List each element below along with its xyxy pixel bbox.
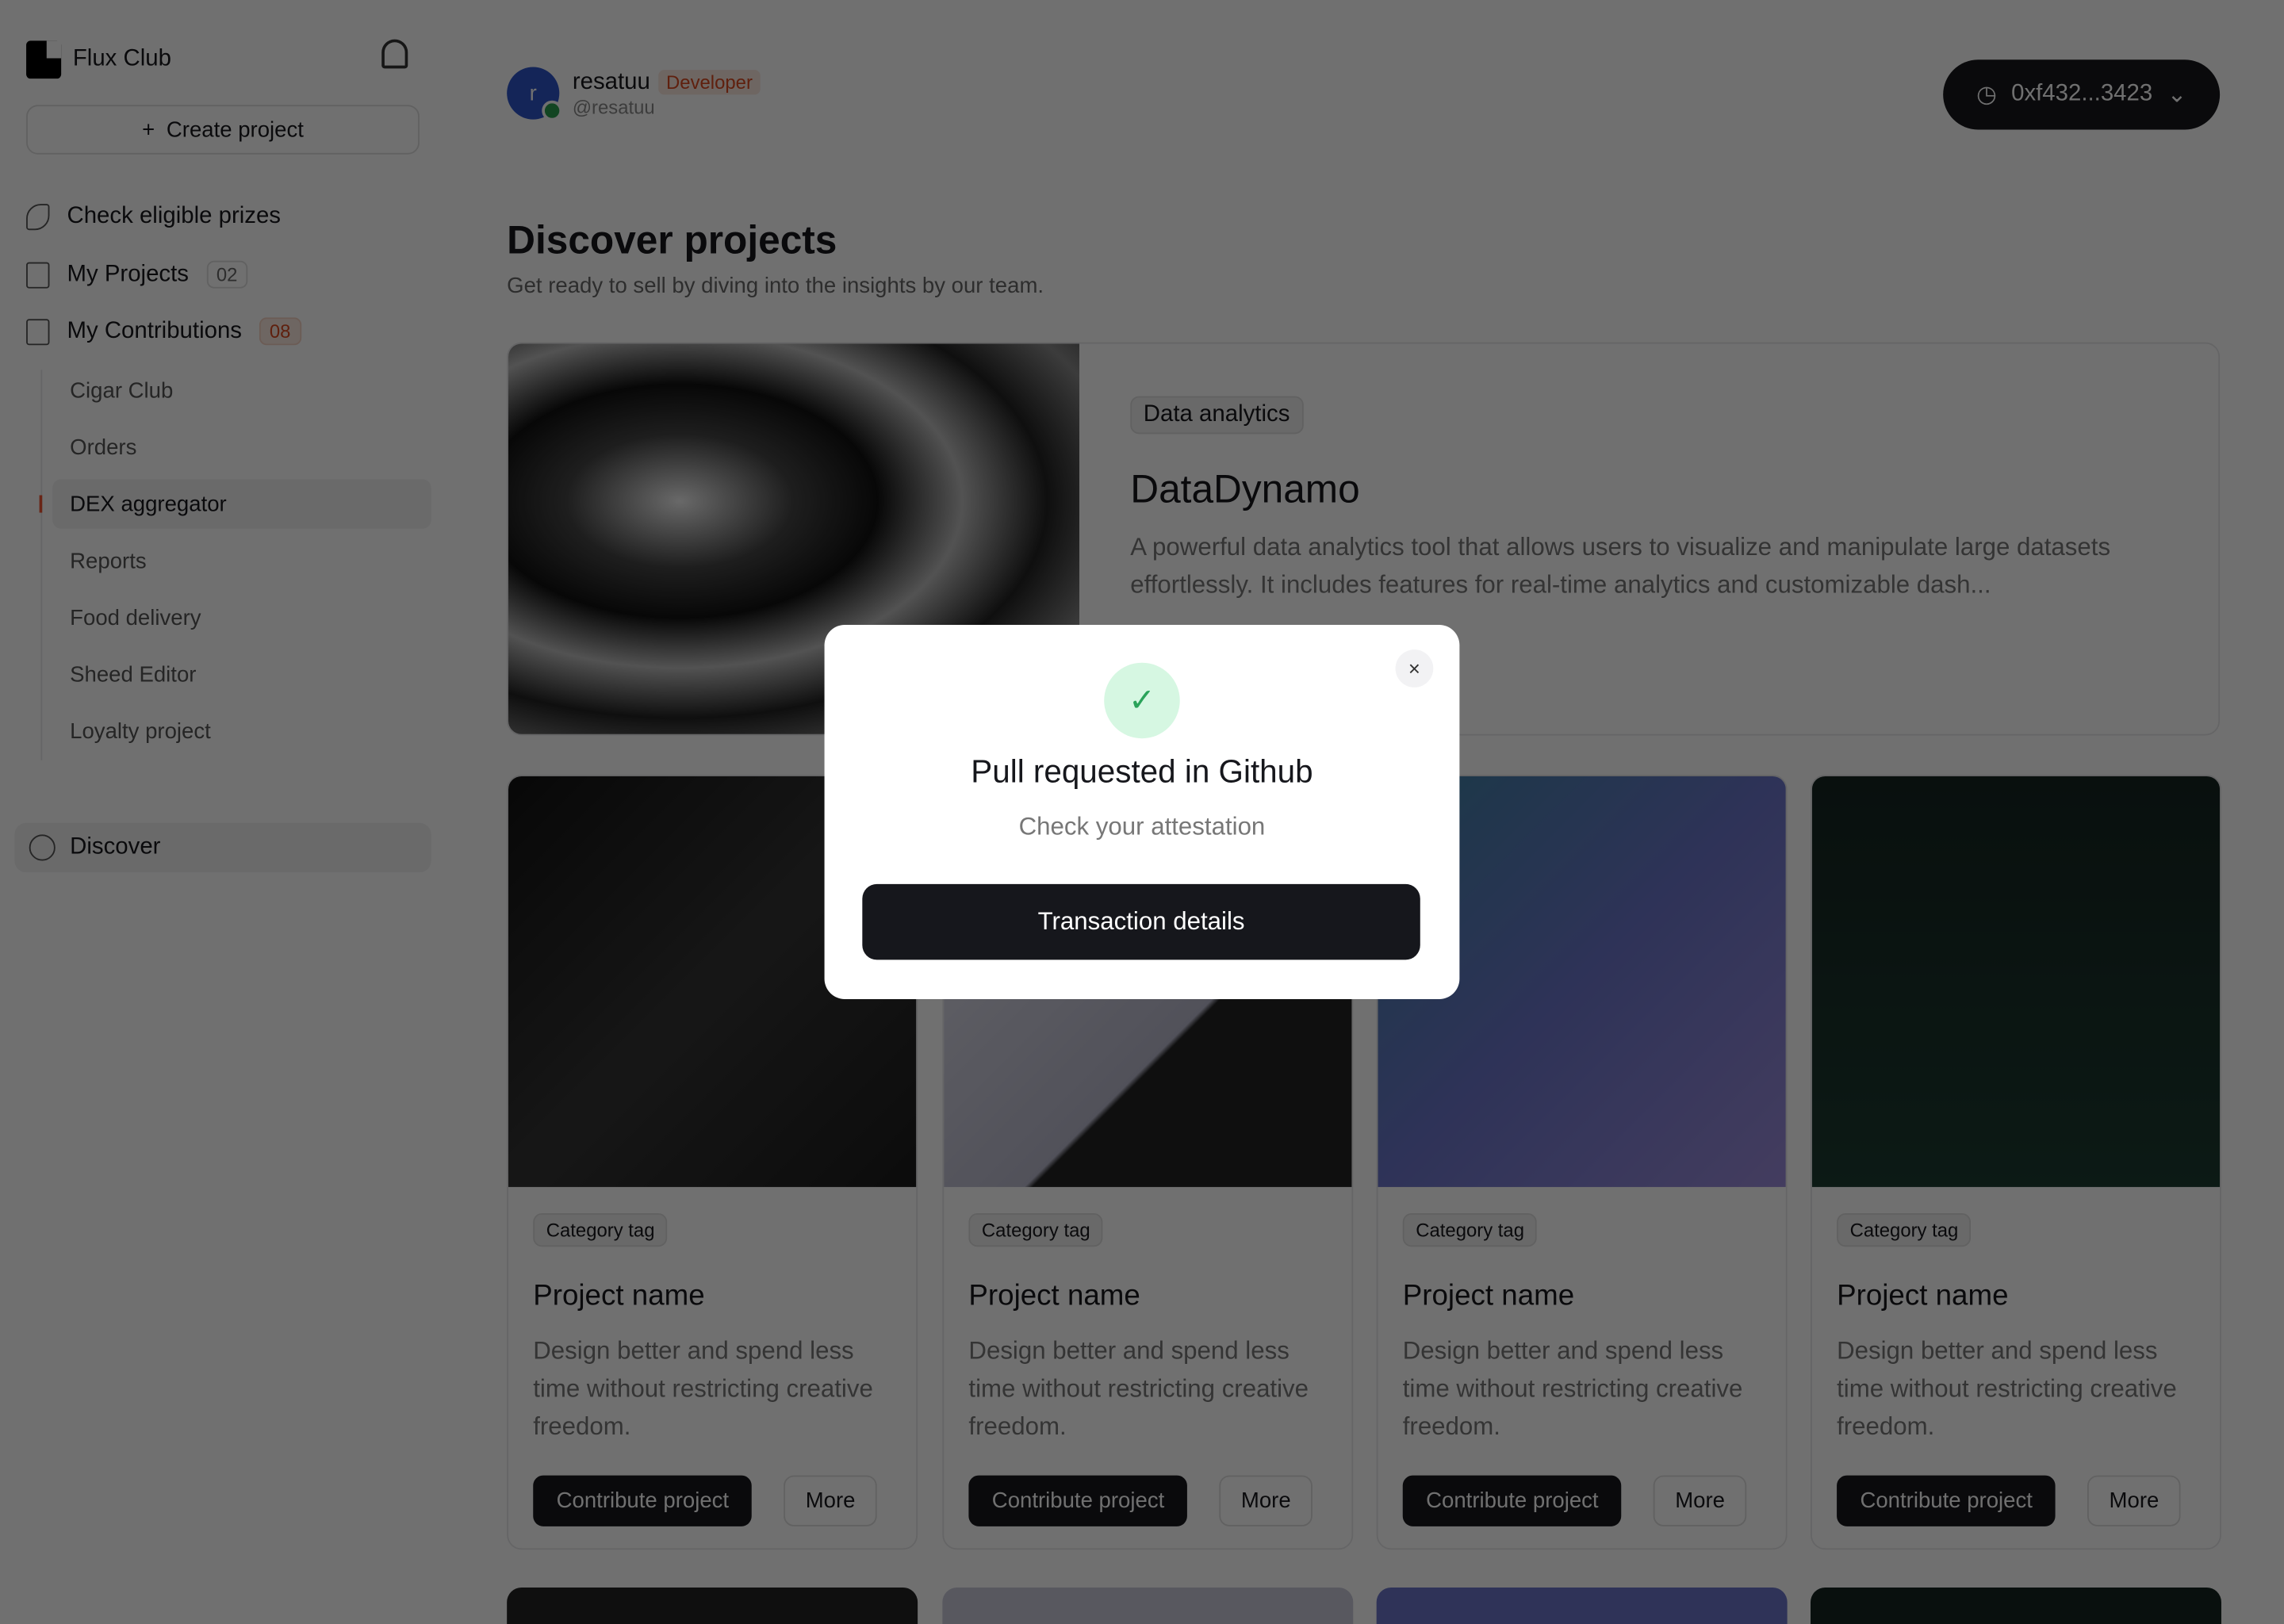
more-button[interactable]: More bbox=[1219, 1475, 1313, 1526]
card-peek bbox=[1376, 1588, 1788, 1624]
contribute-button[interactable]: Contribute project bbox=[1837, 1475, 2056, 1526]
clock-icon: ◷ bbox=[1976, 82, 1997, 108]
check-glyph: ✓ bbox=[1129, 681, 1155, 718]
nav-label: My Projects bbox=[67, 261, 189, 286]
more-button[interactable]: More bbox=[784, 1475, 878, 1526]
bell-icon[interactable] bbox=[381, 39, 408, 69]
contribution-item[interactable]: Cigar Club bbox=[52, 366, 431, 415]
contribution-item[interactable]: Food delivery bbox=[52, 593, 431, 642]
card-peek bbox=[1811, 1588, 2221, 1624]
project-title: Project name bbox=[1402, 1280, 1575, 1312]
nav-label: Discover bbox=[70, 834, 161, 860]
success-modal: × ✓ Pull requested in Github Check your … bbox=[824, 624, 1460, 999]
project-title: Project name bbox=[1837, 1280, 2009, 1312]
nav-my-projects[interactable]: My Projects 02 bbox=[26, 260, 248, 289]
close-icon: × bbox=[1408, 657, 1420, 680]
contribution-item[interactable]: Sheed Editor bbox=[52, 649, 431, 699]
user-handle: @resatuu bbox=[572, 95, 655, 117]
nav-label: Check eligible prizes bbox=[67, 204, 281, 229]
file-icon bbox=[26, 318, 50, 345]
count-badge: 02 bbox=[206, 260, 248, 289]
contribution-item-active[interactable]: DEX aggregator bbox=[52, 479, 431, 529]
category-tag: Category tag bbox=[968, 1212, 1104, 1247]
card-peek bbox=[942, 1588, 1354, 1624]
contribution-item[interactable]: Orders bbox=[52, 423, 431, 472]
document-icon bbox=[26, 261, 50, 288]
user-profile[interactable]: r resatuu Developer @resatuu bbox=[507, 67, 761, 121]
brand[interactable]: Flux Club bbox=[26, 40, 171, 79]
plus-icon: + bbox=[142, 117, 155, 143]
avatar-letter: r bbox=[529, 80, 537, 106]
project-description: Design better and spend less time withou… bbox=[533, 1337, 873, 1441]
username: resatuu bbox=[572, 69, 650, 94]
modal-subtitle: Check your attestation bbox=[1018, 812, 1266, 841]
nav-my-contributions[interactable]: My Contributions 08 bbox=[26, 317, 301, 346]
close-button[interactable]: × bbox=[1395, 649, 1434, 688]
category-tag: Category tag bbox=[533, 1212, 669, 1247]
sidebar: Flux Club + Create project Check eligible… bbox=[0, 0, 451, 1624]
page-title: Discover projects bbox=[507, 218, 837, 262]
project-card: Category tag Project name Design better … bbox=[1811, 775, 2221, 1550]
category-tag: Data analytics bbox=[1130, 396, 1303, 435]
more-button[interactable]: More bbox=[1653, 1475, 1747, 1526]
contribute-button[interactable]: Contribute project bbox=[533, 1475, 753, 1526]
project-description: Design better and spend less time withou… bbox=[968, 1337, 1309, 1441]
featured-title: DataDynamo bbox=[1130, 467, 1360, 511]
card-peek bbox=[507, 1588, 918, 1624]
compass-icon bbox=[29, 834, 56, 861]
category-tag: Category tag bbox=[1402, 1212, 1538, 1247]
page-subtitle: Get ready to sell by diving into the ins… bbox=[507, 274, 1044, 299]
nav-label: My Contributions bbox=[67, 318, 242, 343]
contribute-button[interactable]: Contribute project bbox=[968, 1475, 1188, 1526]
more-button[interactable]: More bbox=[2087, 1475, 2181, 1526]
category-tag: Category tag bbox=[1837, 1212, 1972, 1247]
project-title: Project name bbox=[968, 1280, 1140, 1312]
active-indicator bbox=[39, 495, 43, 513]
featured-description: A powerful data analytics tool that allo… bbox=[1130, 533, 2111, 599]
contribution-item[interactable]: Reports bbox=[52, 536, 431, 585]
app: Flux Club + Create project Check eligible… bbox=[0, 0, 2284, 1624]
contribute-button[interactable]: Contribute project bbox=[1402, 1475, 1622, 1526]
project-description: Design better and spend less time withou… bbox=[1837, 1337, 2177, 1441]
transaction-details-button[interactable]: Transaction details bbox=[862, 883, 1420, 960]
chevron-down-icon: ⌄ bbox=[2167, 82, 2187, 108]
project-description: Design better and spend less time withou… bbox=[1402, 1337, 1743, 1441]
create-project-button[interactable]: + Create project bbox=[26, 105, 420, 155]
avatar: r bbox=[507, 67, 562, 121]
check-icon: ✓ bbox=[1104, 662, 1180, 739]
role-badge: Developer bbox=[658, 69, 761, 94]
contribution-item[interactable]: Loyalty project bbox=[52, 707, 431, 756]
nav-discover[interactable]: Discover bbox=[14, 822, 431, 873]
wallet-address: 0xf432...3423 bbox=[2011, 81, 2153, 107]
logo-icon bbox=[26, 40, 62, 79]
modal-title: Pull requested in Github bbox=[971, 753, 1313, 790]
brand-name: Flux Club bbox=[72, 46, 171, 71]
wallet-button[interactable]: ◷ 0xf432...3423 ⌄ bbox=[1943, 59, 2221, 130]
create-label: Create project bbox=[166, 117, 304, 143]
tree-line bbox=[40, 370, 43, 760]
feather-icon bbox=[26, 204, 50, 231]
project-image bbox=[1811, 776, 2221, 1187]
count-badge: 08 bbox=[259, 317, 301, 346]
project-title: Project name bbox=[533, 1280, 705, 1312]
nav-check-prizes[interactable]: Check eligible prizes bbox=[26, 204, 281, 231]
